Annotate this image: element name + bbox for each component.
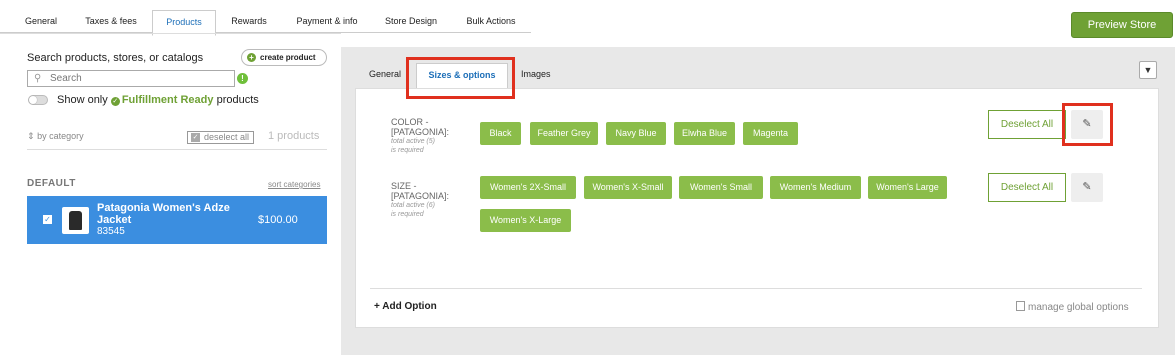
create-product-label: create product: [260, 53, 316, 62]
manage-global-label: manage global options: [1028, 302, 1129, 313]
options-content: COLOR - [PATAGONIA]: total active (5) is…: [355, 88, 1159, 328]
by-category-label: by category: [37, 131, 84, 141]
copy-icon: [1016, 301, 1025, 311]
product-sku: 83545: [97, 226, 125, 237]
option-label-size: SIZE - [PATAGONIA]: total active (6) is …: [391, 181, 449, 219]
search-input[interactable]: [50, 72, 230, 85]
search-label: Search products, stores, or catalogs: [27, 52, 204, 64]
product-detail-panel: General Sizes & options Images ▼ COLOR -…: [341, 47, 1175, 355]
option-brand: [PATAGONIA]:: [391, 127, 450, 137]
checkbox-icon: ✓: [191, 133, 200, 142]
filter-row: ⇕ by category ✓ deselect all 1 products: [27, 126, 327, 150]
deselect-all-label: deselect all: [204, 132, 250, 142]
toggle-knob: [29, 96, 37, 104]
option-value-chip[interactable]: Navy Blue: [606, 122, 666, 145]
option-total-active: total active (5): [391, 138, 435, 145]
option-value-chip[interactable]: Women's X-Large: [480, 209, 571, 232]
option-value-chip[interactable]: Black: [480, 122, 521, 145]
product-row[interactable]: ✓ Patagonia Women's Adze Jacket 83545 $1…: [27, 196, 327, 244]
fulfillment-ready-toggle[interactable]: [28, 95, 48, 105]
toggle-suffix: products: [216, 94, 259, 106]
option-value-chip[interactable]: Women's X-Small: [584, 176, 672, 199]
sort-arrows-icon: ⇕: [27, 131, 35, 141]
option-label-color: COLOR - [PATAGONIA]: total active (5) is…: [391, 117, 449, 155]
create-product-button[interactable]: + create product: [241, 49, 327, 66]
divider: [370, 288, 1142, 289]
option-value-chip[interactable]: Women's Medium: [770, 176, 861, 199]
option-value-chip[interactable]: Women's 2X-Small: [480, 176, 576, 199]
deselect-all-color-button[interactable]: Deselect All: [988, 110, 1066, 139]
check-circle-icon: ✓: [110, 97, 120, 106]
add-option-button[interactable]: + Add Option: [374, 301, 437, 312]
chevron-down-icon[interactable]: ▼: [1139, 61, 1157, 79]
option-value-chip[interactable]: Elwha Blue: [674, 122, 735, 145]
pencil-icon[interactable]: ✎: [1071, 110, 1103, 139]
tab-taxes-fees[interactable]: Taxes & fees: [78, 9, 144, 33]
search-box: ⚲: [27, 70, 235, 87]
product-checkbox[interactable]: ✓: [43, 215, 52, 224]
sort-categories-link[interactable]: sort categories: [268, 180, 320, 189]
product-count: 1 products: [268, 130, 320, 142]
tab-general[interactable]: General: [14, 9, 68, 33]
product-price: $100.00: [258, 214, 298, 226]
tab-store-design[interactable]: Store Design: [381, 9, 441, 33]
option-value-chip[interactable]: Feather Grey: [530, 122, 598, 145]
option-required: is required: [391, 147, 424, 154]
fulfillment-ready-text: Fulfillment Ready: [121, 94, 214, 106]
deselect-all-products-button[interactable]: ✓ deselect all: [187, 131, 255, 144]
option-value-chip[interactable]: Women's Large: [868, 176, 947, 199]
info-icon[interactable]: !: [237, 73, 248, 84]
option-brand: [PATAGONIA]:: [391, 191, 450, 201]
top-tab-bar: General Taxes & fees Products Rewards Pa…: [0, 9, 531, 36]
search-icon: ⚲: [34, 73, 42, 84]
plus-icon: +: [247, 53, 256, 62]
deselect-all-size-button[interactable]: Deselect All: [988, 173, 1066, 202]
option-name: SIZE -: [391, 181, 417, 191]
product-thumbnail: [62, 207, 89, 234]
tab-bulk-actions[interactable]: Bulk Actions: [459, 9, 523, 33]
product-name: Patagonia Women's Adze Jacket: [97, 202, 230, 226]
toggle-prefix: Show only: [57, 94, 108, 106]
option-value-chip[interactable]: Magenta: [743, 122, 798, 145]
option-total-active: total active (6): [391, 202, 435, 209]
preview-store-button[interactable]: Preview Store: [1071, 12, 1173, 38]
tab-payment-info[interactable]: Payment & info: [291, 9, 363, 33]
group-label: DEFAULT: [27, 178, 76, 189]
option-name: COLOR -: [391, 117, 429, 127]
fulfillment-toggle-label: Show only ✓ Fulfillment Ready products: [57, 94, 259, 106]
subtab-sizes-options[interactable]: Sizes & options: [416, 63, 508, 88]
jacket-image: [69, 211, 82, 230]
tab-rewards[interactable]: Rewards: [224, 9, 274, 33]
option-required: is required: [391, 211, 424, 218]
product-list-panel: Search products, stores, or catalogs + c…: [0, 33, 341, 355]
option-value-chip[interactable]: Women's Small: [679, 176, 763, 199]
subtab-images[interactable]: Images: [521, 69, 551, 79]
manage-global-options-link[interactable]: manage global options: [1016, 301, 1129, 313]
pencil-icon[interactable]: ✎: [1071, 173, 1103, 202]
by-category-sort[interactable]: ⇕ by category: [27, 131, 84, 142]
subtab-general[interactable]: General: [369, 69, 401, 79]
